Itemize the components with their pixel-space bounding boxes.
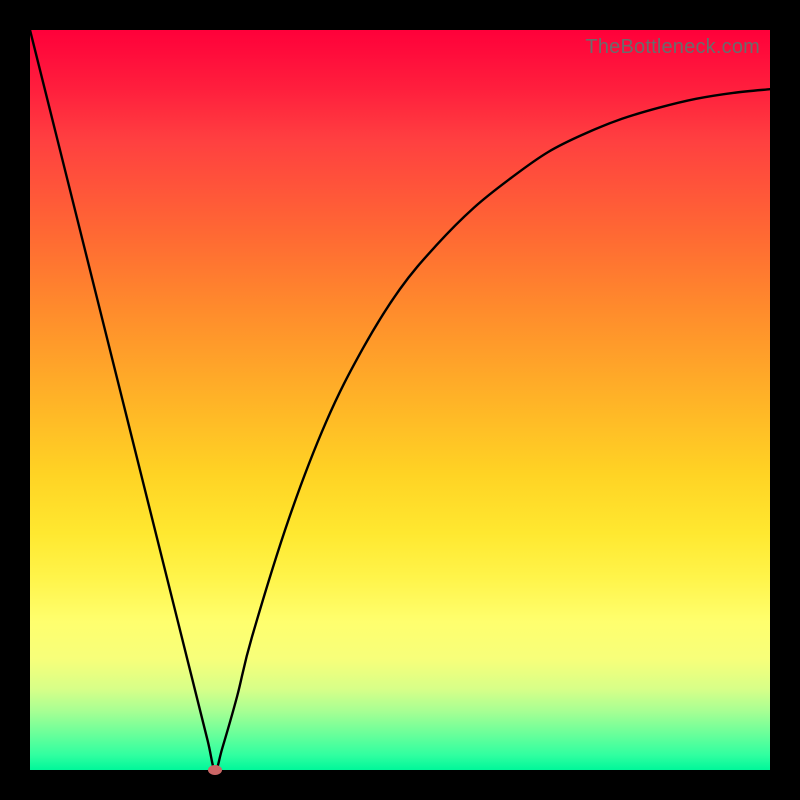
minimum-marker [208,765,222,775]
chart-frame: TheBottleneck.com [0,0,800,800]
bottleneck-curve [30,30,770,770]
plot-area: TheBottleneck.com [30,30,770,770]
